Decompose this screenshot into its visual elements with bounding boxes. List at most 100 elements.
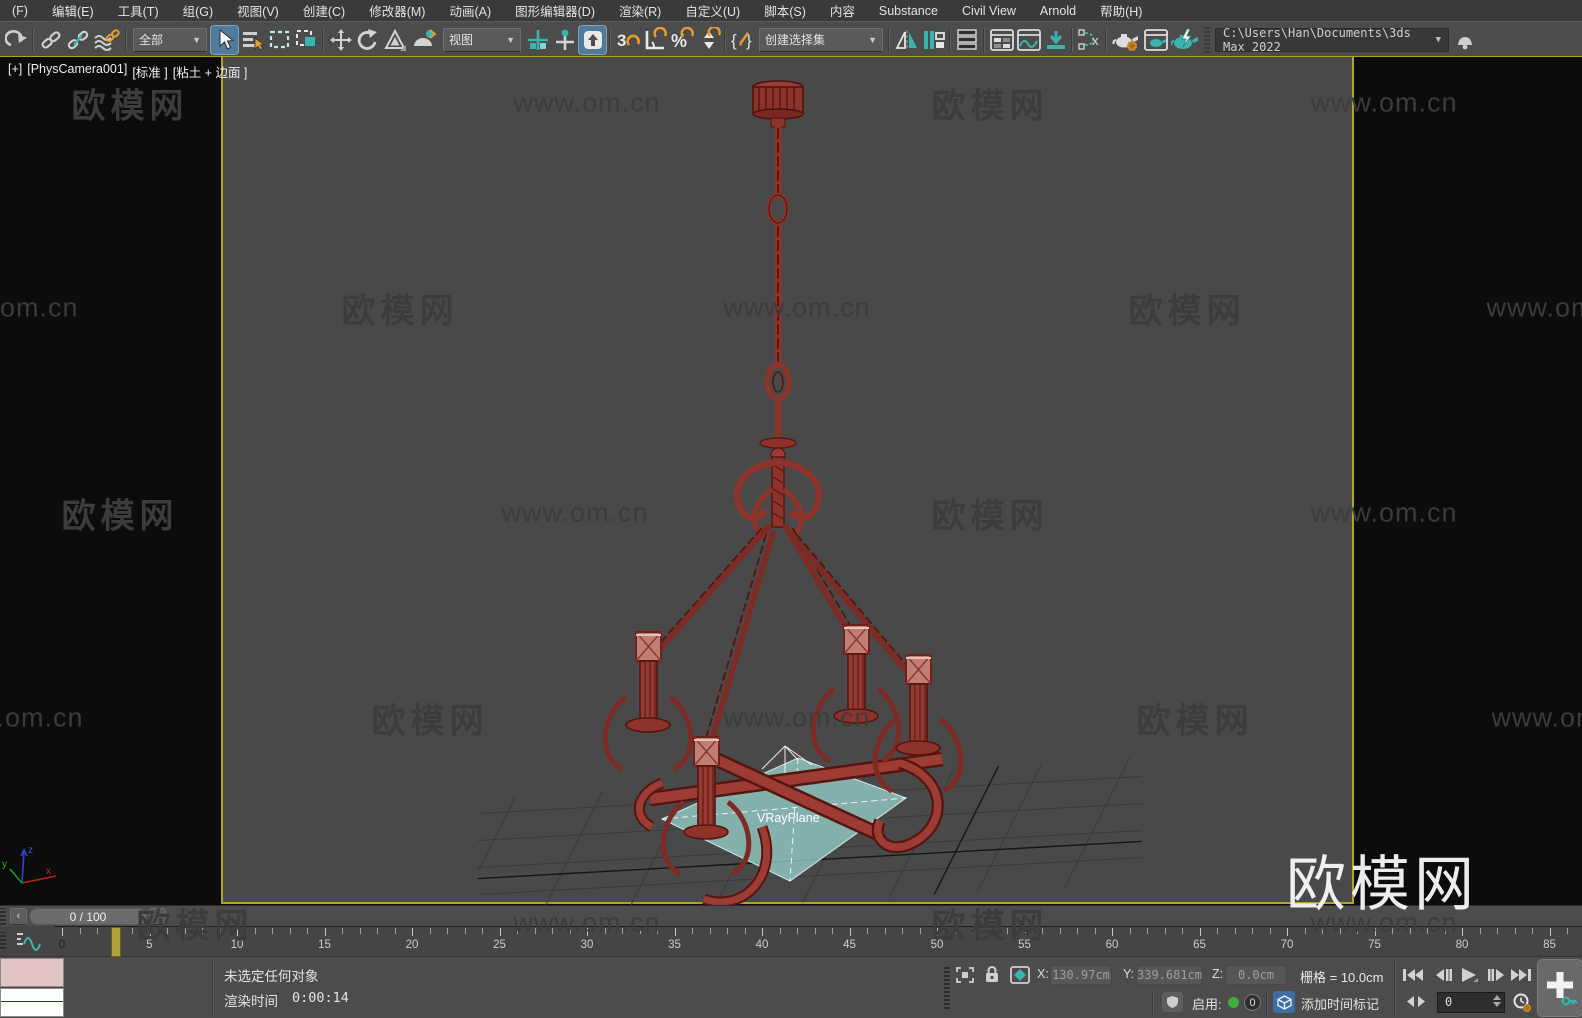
ruler-tick — [1567, 928, 1568, 934]
panel-grip[interactable] — [0, 908, 6, 925]
angle-snap-button[interactable] — [641, 26, 668, 54]
menu-item[interactable]: 自定义(U) — [673, 1, 752, 20]
menu-item[interactable]: 图形编辑器(D) — [503, 1, 607, 20]
toolbar-separator — [983, 27, 986, 52]
key-mode-toggle[interactable] — [1406, 995, 1426, 1011]
ribbon-toggle-button[interactable] — [1042, 26, 1069, 54]
render-time-label: 渲染时间 — [224, 994, 278, 1009]
select-and-scale-button[interactable] — [381, 26, 408, 54]
use-pivot-center-button[interactable] — [524, 26, 551, 54]
select-and-move-button[interactable] — [327, 26, 354, 54]
scene-explorer-button[interactable] — [988, 26, 1015, 54]
scene-security-button[interactable] — [1162, 992, 1183, 1012]
x-coordinate-field[interactable]: 130.97cm — [1050, 965, 1112, 985]
ruler-tick — [639, 928, 641, 934]
statusbar-separator — [1152, 991, 1153, 1015]
ruler-tick — [1007, 928, 1008, 934]
menu-item[interactable]: Arnold — [1028, 4, 1088, 18]
menu-item[interactable]: 组(G) — [171, 1, 226, 20]
panel-grip[interactable] — [944, 965, 950, 1009]
align-button[interactable] — [920, 26, 947, 54]
z-coordinate-field[interactable]: 0.0cm — [1225, 965, 1287, 985]
mirror-button[interactable] — [893, 26, 920, 54]
menu-item[interactable]: 动画(A) — [437, 1, 503, 20]
scene-converter-button[interactable]: x — [1076, 26, 1103, 54]
go-to-end-button[interactable] — [1508, 963, 1534, 986]
menu-item[interactable]: 修改器(M) — [357, 1, 437, 20]
viewport-shading-menu[interactable]: [粘土 + 边面 ] — [173, 62, 248, 81]
panel-grip[interactable] — [0, 932, 6, 949]
security-count-badge[interactable]: 0 — [1244, 994, 1261, 1011]
go-to-start-button[interactable] — [1400, 963, 1426, 986]
time-configuration-button[interactable] — [1512, 993, 1532, 1016]
y-coordinate-field[interactable]: 339.681cm — [1136, 965, 1202, 985]
menu-item[interactable]: 脚本(S) — [752, 1, 818, 20]
menu-item[interactable]: 内容 — [818, 1, 867, 20]
keyboard-shortcut-override-button[interactable] — [578, 24, 607, 55]
current-frame-field[interactable]: 0 — [1437, 992, 1505, 1013]
window-crossing-toggle-button[interactable] — [293, 26, 320, 54]
percent-snap-button[interactable]: % — [668, 26, 695, 54]
mini-curve-editor-button[interactable] — [14, 930, 44, 957]
time-slider[interactable]: 0 / 100 — [29, 908, 147, 925]
unlink-button[interactable] — [64, 26, 91, 54]
add-time-tag[interactable]: 添加时间标记 — [1301, 994, 1379, 1013]
menu-item[interactable]: 渲染(R) — [607, 1, 673, 20]
next-frame-arrow-button[interactable]: › — [149, 908, 166, 925]
time-tag-cube-button[interactable] — [1273, 991, 1295, 1013]
spinner-snap-button[interactable] — [695, 26, 722, 54]
rendered-frame-window-button[interactable] — [1142, 26, 1169, 54]
project-folder-dropdown[interactable]: C:\Users\Han\Documents\3ds Max 2022 ▼ — [1215, 26, 1449, 54]
maxscript-listener-pane[interactable] — [0, 988, 64, 1017]
redo-button[interactable] — [3, 26, 30, 54]
viewport-pov-menu[interactable]: [标准 ] — [132, 62, 167, 81]
menu-item[interactable]: Substance — [867, 4, 950, 18]
render-production-button[interactable] — [1169, 26, 1201, 54]
menu-item[interactable]: 创建(C) — [291, 1, 357, 20]
select-and-rotate-button[interactable] — [354, 26, 381, 54]
isolate-selection-toggle[interactable] — [955, 966, 975, 987]
current-frame-marker[interactable] — [111, 927, 121, 957]
track-bar[interactable]: 0 5 10 15 20 25 30 35 40 45 50 55 60 65 70 75 80 85 — [0, 926, 1582, 957]
chandelier-model[interactable] — [602, 80, 964, 906]
notification-button[interactable] — [1451, 26, 1478, 54]
menu-item[interactable]: 工具(T) — [106, 1, 171, 20]
viewport[interactable]: VRayPlane x z y [+] [PhysCamera001] [标准 … — [0, 56, 1582, 906]
edit-named-selection-sets-button[interactable]: { } — [729, 26, 756, 54]
menu-item[interactable]: 帮助(H) — [1088, 1, 1154, 20]
render-setup-button[interactable] — [1110, 26, 1142, 54]
absolute-mode-toggle[interactable] — [1010, 966, 1030, 987]
select-by-name-button[interactable] — [239, 26, 266, 54]
maxscript-listener-macro-pane[interactable] — [0, 958, 64, 987]
menu-item[interactable]: 视图(V) — [225, 1, 291, 20]
select-and-manipulate-button[interactable] — [551, 26, 578, 54]
axis-y-label: y — [2, 859, 7, 870]
previous-frame-arrow-button[interactable]: ‹ — [10, 908, 27, 925]
select-and-place-button[interactable] — [408, 26, 440, 54]
frame-spinner[interactable] — [1493, 995, 1501, 1007]
scene-3d[interactable]: VRayPlane x z y — [0, 57, 1582, 906]
menu-item[interactable]: (F) — [0, 4, 40, 18]
snap-toggle-3d-button[interactable]: 3 — [614, 26, 641, 54]
next-frame-button[interactable] — [1484, 963, 1510, 986]
reference-coordinate-dropdown[interactable]: 视图 ▼ — [443, 27, 521, 52]
select-object-button[interactable] — [210, 24, 239, 55]
select-and-link-button[interactable] — [37, 26, 64, 54]
timeline-ruler[interactable]: 0 5 10 15 20 25 30 35 40 45 50 55 60 65 70 75 80 85 — [54, 926, 1582, 957]
play-button[interactable] — [1456, 963, 1482, 986]
previous-frame-button[interactable] — [1430, 963, 1456, 986]
rectangular-selection-region-button[interactable] — [266, 26, 293, 54]
curve-editor-button[interactable] — [1015, 26, 1042, 54]
selection-filter-dropdown[interactable]: 全部 ▼ — [133, 27, 207, 52]
menu-item[interactable]: 编辑(E) — [40, 1, 106, 20]
menu-item[interactable]: Civil View — [950, 4, 1028, 18]
selection-lock-toggle[interactable] — [984, 965, 1000, 987]
layer-explorer-button[interactable] — [954, 26, 981, 54]
viewport-general-menu[interactable]: [+] — [8, 62, 22, 81]
viewport-camera-menu[interactable]: [PhysCamera001] — [27, 62, 127, 81]
ruler-tick-label: 55 — [1018, 939, 1031, 951]
set-key-button[interactable] — [1537, 959, 1582, 1017]
bind-to-spacewarp-button[interactable] — [91, 26, 123, 54]
scene-explorer-icon — [989, 28, 1014, 51]
named-selection-sets-dropdown[interactable]: 创建选择集 ▼ — [759, 27, 883, 52]
